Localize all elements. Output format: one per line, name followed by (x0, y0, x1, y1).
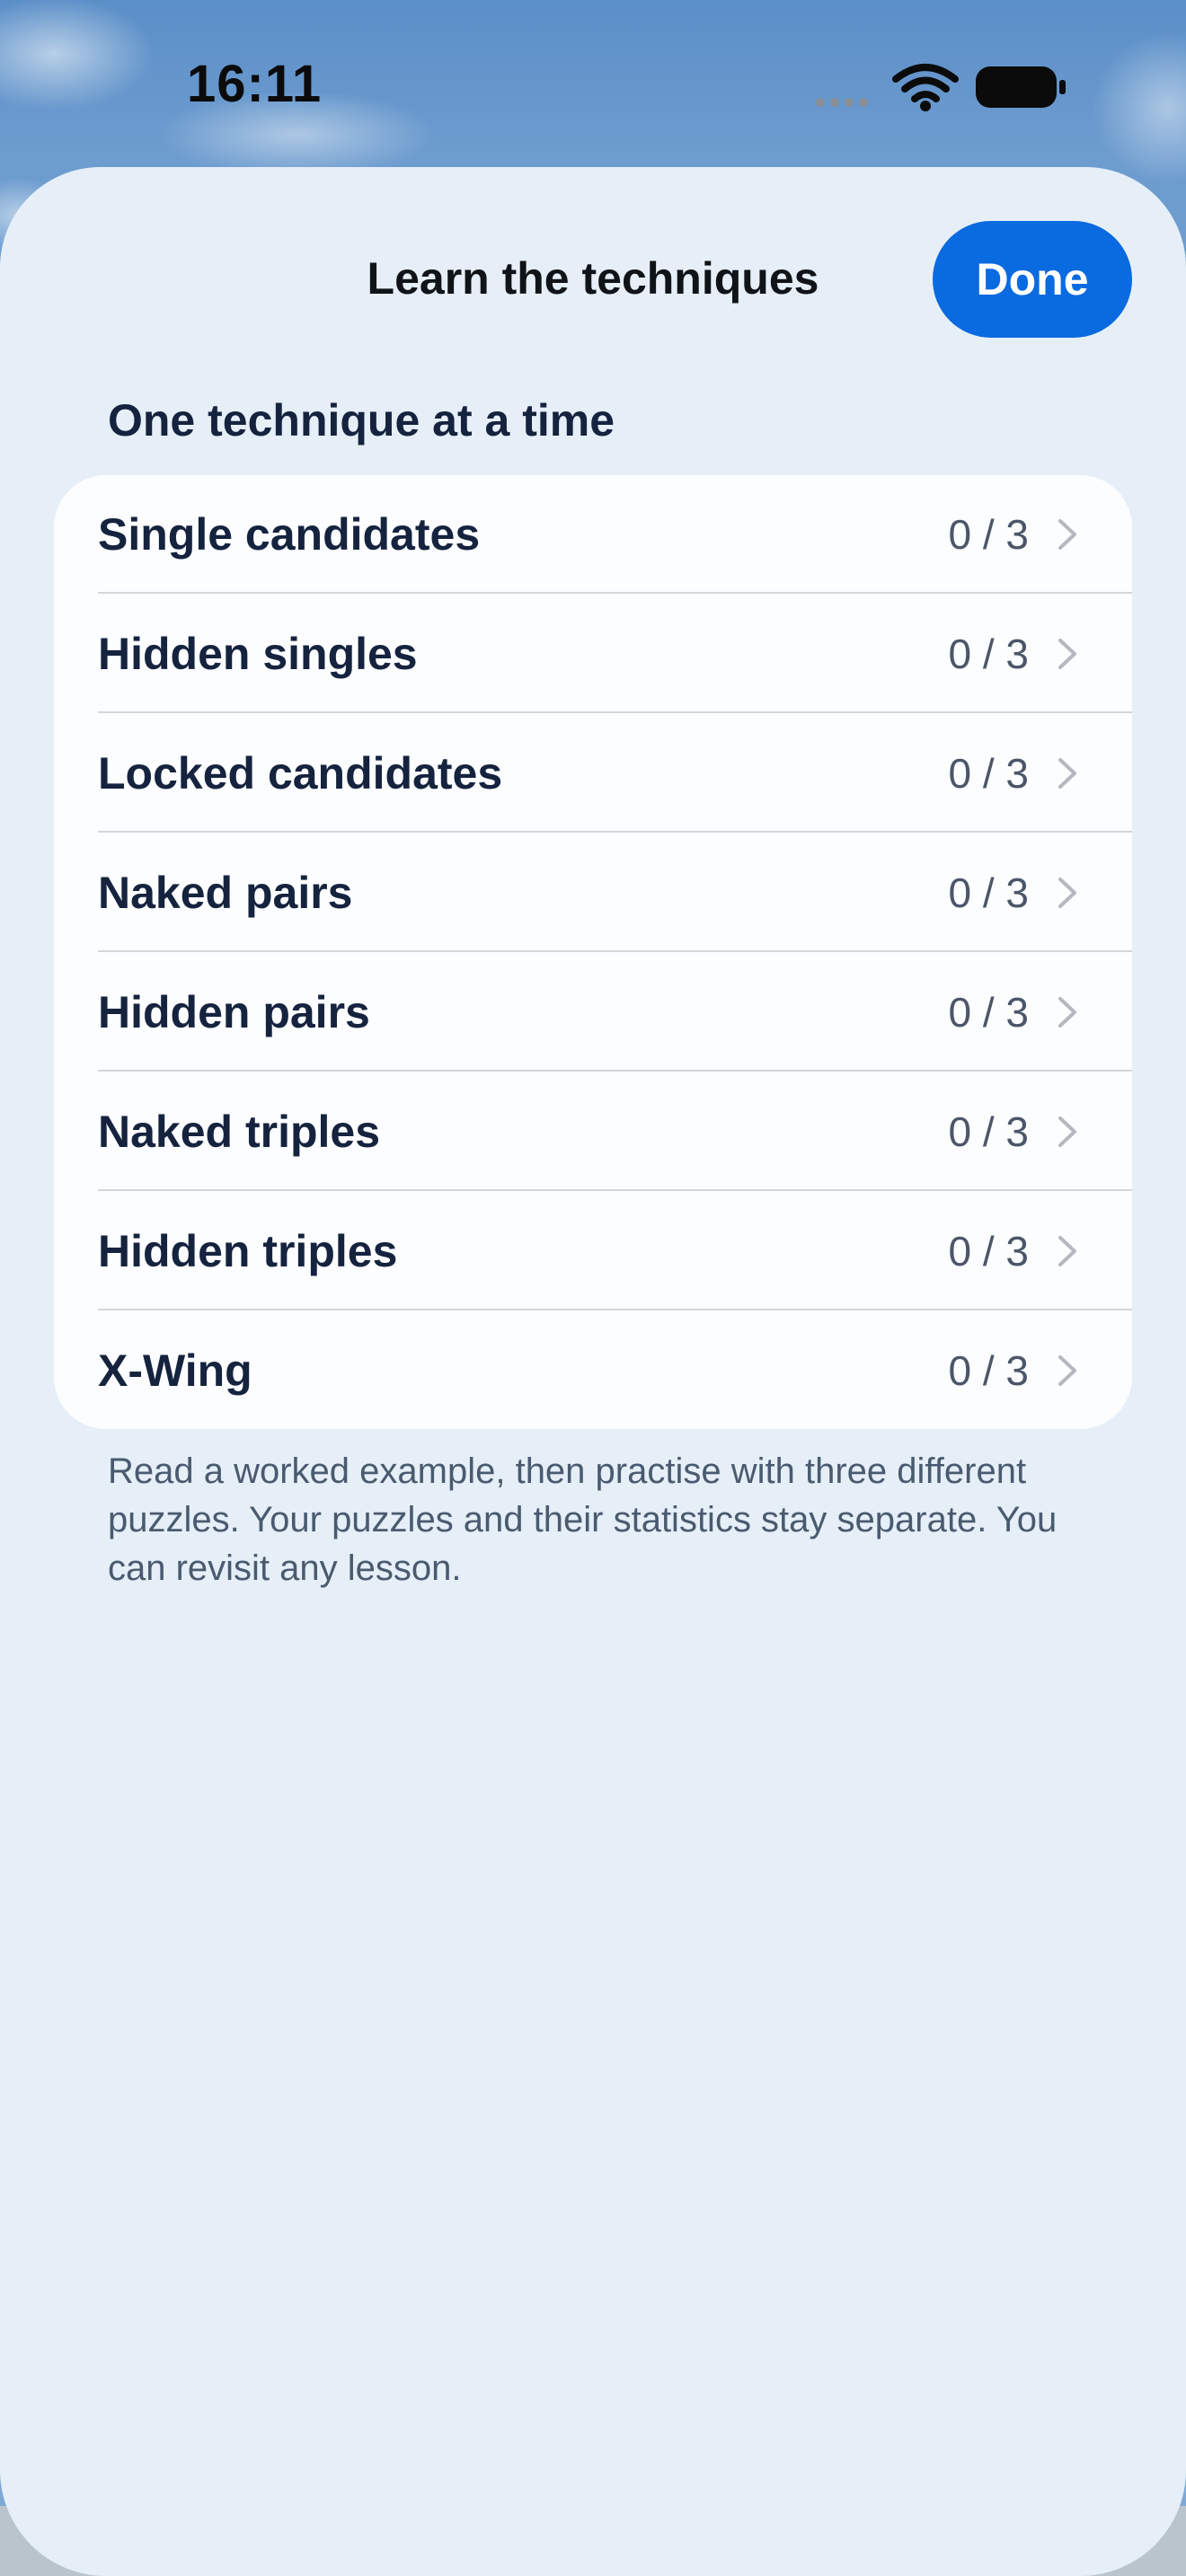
technique-label: Locked candidates (98, 748, 503, 798)
technique-label: Hidden triples (98, 1226, 398, 1276)
technique-label: Naked pairs (98, 868, 353, 918)
chevron-right-icon (1058, 1116, 1076, 1147)
technique-row-hidden-pairs[interactable]: Hidden pairs 0 / 3 (54, 953, 1132, 1072)
row-divider (98, 1309, 1132, 1310)
technique-row-x-wing[interactable]: X-Wing 0 / 3 (54, 1311, 1132, 1429)
row-divider (98, 1189, 1132, 1191)
learn-techniques-sheet: Learn the techniques Done One technique … (0, 167, 1186, 2576)
status-bar-time: 16:11 (187, 55, 323, 113)
technique-progress: 0 / 3 (948, 750, 1029, 797)
technique-progress: 0 / 3 (948, 631, 1029, 677)
technique-progress: 0 / 3 (948, 511, 1029, 558)
technique-progress: 0 / 3 (948, 1347, 1029, 1394)
footer-note: Read a worked example, then practise wit… (108, 1451, 1058, 1588)
chevron-right-icon (1058, 758, 1076, 789)
technique-label: Hidden pairs (98, 987, 370, 1037)
status-bar-icons (816, 64, 1066, 111)
chevron-right-icon (1058, 878, 1076, 908)
sheet-title: Learn the techniques (367, 253, 819, 304)
done-button[interactable]: Done (933, 221, 1132, 338)
technique-progress: 0 / 3 (948, 1108, 1029, 1155)
technique-row-naked-triples[interactable]: Naked triples 0 / 3 (54, 1072, 1132, 1191)
technique-progress: 0 / 3 (948, 1228, 1029, 1275)
technique-row-hidden-singles[interactable]: Hidden singles 0 / 3 (54, 595, 1132, 713)
techniques-list: Single candidates 0 / 3 Hidden singles 0… (54, 475, 1132, 1429)
chevron-right-icon (1058, 519, 1076, 550)
wifi-icon (892, 64, 959, 102)
row-divider (98, 592, 1132, 594)
section-header: One technique at a time (108, 395, 615, 446)
technique-label: Single candidates (98, 509, 481, 560)
chevron-right-icon (1058, 997, 1076, 1028)
technique-label: Hidden singles (98, 629, 418, 679)
technique-row-naked-pairs[interactable]: Naked pairs 0 / 3 (54, 834, 1132, 952)
technique-row-single-candidates[interactable]: Single candidates 0 / 3 (54, 475, 1132, 594)
chevron-right-icon (1058, 1236, 1076, 1266)
technique-label: Naked triples (98, 1107, 381, 1157)
row-divider (98, 1070, 1132, 1072)
technique-progress: 0 / 3 (948, 989, 1029, 1036)
row-divider (98, 950, 1132, 952)
chevron-right-icon (1058, 1355, 1076, 1386)
technique-row-hidden-triples[interactable]: Hidden triples 0 / 3 (54, 1192, 1132, 1310)
chevron-right-icon (1058, 639, 1076, 669)
row-divider (98, 711, 1132, 713)
row-divider (98, 831, 1132, 833)
technique-row-locked-candidates[interactable]: Locked candidates 0 / 3 (54, 714, 1132, 833)
battery-icon (976, 66, 1066, 108)
signal-dots-icon (816, 98, 868, 107)
technique-progress: 0 / 3 (948, 869, 1029, 916)
technique-label: X-Wing (98, 1345, 252, 1396)
